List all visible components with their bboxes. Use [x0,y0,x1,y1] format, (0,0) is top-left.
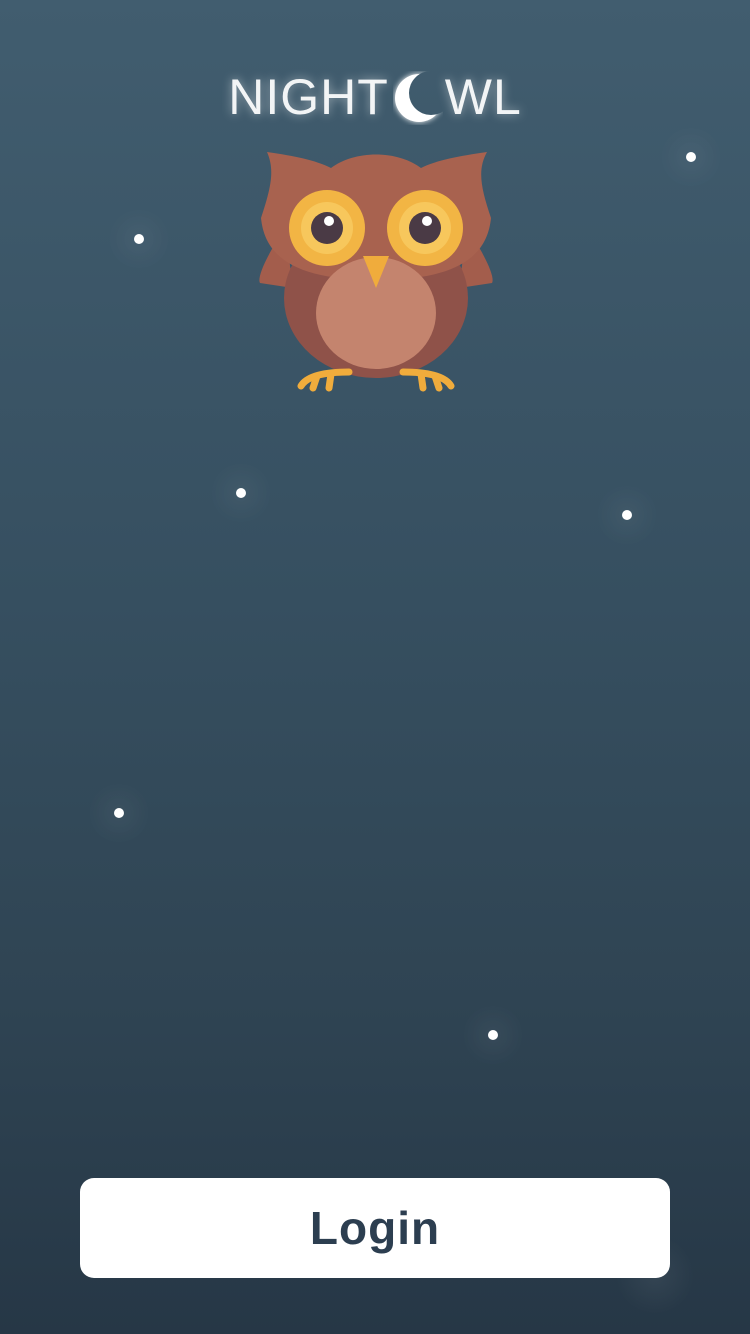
star-icon [488,1030,498,1040]
star-icon [686,152,696,162]
owl-icon [255,148,497,396]
star-icon [134,234,144,244]
logo-text-right: WL [444,69,522,125]
star-icon [114,808,124,818]
splash-screen: NIGHT WL Login [0,0,750,1334]
crescent-moon-icon [393,71,443,125]
star-icon [622,510,632,520]
star-icon [236,488,246,498]
login-button[interactable]: Login [80,1178,670,1278]
logo-text-left: NIGHT [228,69,389,125]
app-logo: NIGHT WL [0,64,750,130]
